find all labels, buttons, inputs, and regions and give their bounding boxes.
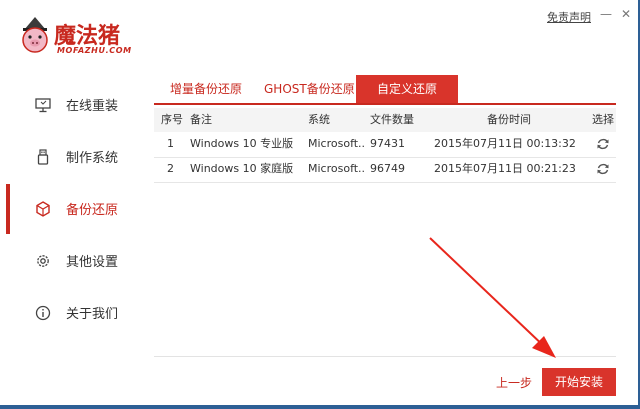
sidebar: 在线重装 制作系统 备份还原 其他设置 关于我们: [0, 66, 140, 401]
column-header-index: 序号: [161, 113, 183, 126]
table-row[interactable]: 2 Windows 10 家庭版 Microsoft... 96749 2015…: [154, 157, 616, 183]
sidebar-item-label: 关于我们: [66, 307, 119, 322]
brand-domain: MOFAZHU.COM: [57, 46, 132, 55]
row-file-count: 96749: [370, 162, 405, 175]
header: 魔法猪 MOFAZHU.COM 免责声明 — ✕: [0, 0, 638, 66]
sidebar-item-make-system[interactable]: 制作系统: [0, 132, 140, 182]
row-backup-time: 2015年07月11日 00:21:23: [434, 162, 576, 175]
row-index: 1: [167, 137, 174, 150]
column-header-file-count: 文件数量: [370, 113, 414, 126]
active-indicator: [6, 184, 10, 234]
usb-icon: [37, 149, 49, 165]
gear-icon: [37, 255, 49, 267]
monitor-icon: [35, 98, 51, 113]
pig-mascot-icon: [22, 17, 48, 53]
column-header-backup-time: 备份时间: [487, 113, 531, 126]
logo: 魔法猪 MOFAZHU.COM: [16, 16, 156, 60]
restore-refresh-icon[interactable]: [596, 137, 610, 151]
tab-ghost-backup[interactable]: GHOST备份还原: [264, 75, 355, 103]
sidebar-item-online-reinstall[interactable]: 在线重装: [0, 80, 140, 130]
backup-tabs: 增量备份还原 GHOST备份还原 自定义还原: [154, 75, 616, 105]
info-icon: [35, 305, 51, 321]
app-window: 魔法猪 MOFAZHU.COM 免责声明 — ✕ 在线重装 制作系统 备份还原 …: [0, 0, 640, 409]
disclaimer-link[interactable]: 免责声明: [547, 9, 591, 25]
annotation-arrow-icon: [429, 237, 556, 358]
column-header-system: 系统: [308, 113, 330, 126]
row-backup-time: 2015年07月11日 00:13:32: [434, 137, 576, 150]
prev-step-button[interactable]: 上一步: [496, 374, 532, 391]
sidebar-item-backup-restore[interactable]: 备份还原: [0, 184, 140, 234]
minimize-icon[interactable]: —: [598, 6, 614, 22]
sidebar-item-label: 制作系统: [66, 151, 119, 166]
row-system: Microsoft...: [308, 162, 366, 175]
column-header-note: 备注: [190, 113, 212, 126]
row-note: Windows 10 家庭版: [190, 162, 294, 175]
row-note: Windows 10 专业版: [190, 137, 294, 150]
tab-incremental-backup[interactable]: 增量备份还原: [170, 75, 242, 103]
close-icon[interactable]: ✕: [618, 6, 634, 22]
sidebar-item-label: 在线重装: [66, 99, 119, 114]
sidebar-item-about-us[interactable]: 关于我们: [0, 288, 140, 338]
sidebar-item-label: 其他设置: [66, 255, 119, 270]
table-header: 序号 备注 系统 文件数量 备份时间 选择: [154, 108, 616, 132]
row-system: Microsoft...: [308, 137, 366, 150]
row-index: 2: [167, 162, 174, 175]
sidebar-item-other-settings[interactable]: 其他设置: [0, 236, 140, 286]
column-header-select: 选择: [592, 113, 614, 126]
sidebar-item-label: 备份还原: [66, 203, 119, 218]
row-file-count: 97431: [370, 137, 405, 150]
table-row[interactable]: 1 Windows 10 专业版 Microsoft... 97431 2015…: [154, 132, 616, 158]
restore-refresh-icon[interactable]: [596, 162, 610, 176]
start-install-button[interactable]: 开始安装: [542, 368, 616, 396]
tab-custom-restore[interactable]: 自定义还原: [356, 75, 458, 103]
cube-icon: [36, 201, 50, 217]
